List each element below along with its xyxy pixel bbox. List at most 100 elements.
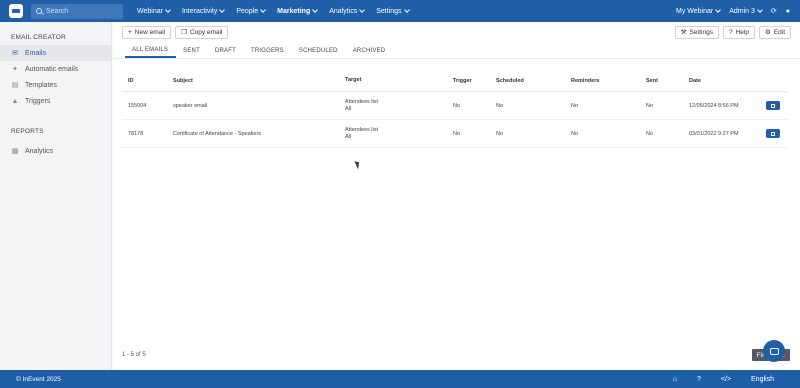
table-row[interactable]: 78178 Certificate of Attendance - Speake… <box>122 120 787 148</box>
tab-archived[interactable]: ARCHIVED <box>346 48 394 58</box>
cell-sent: No <box>646 130 654 137</box>
tab-scheduled[interactable]: SCHEDULED <box>292 48 346 58</box>
tab-all-emails[interactable]: ALL EMAILS <box>125 47 177 58</box>
target-list: Attendees list <box>345 126 379 133</box>
button-label: Help <box>735 28 749 36</box>
cell-reminders: No <box>571 130 579 137</box>
toolbar: + New email ❐ Copy email ⚒ Settings ? Help ⚙… <box>113 22 800 42</box>
megaphone-icon[interactable]: ⟳ <box>771 8 777 15</box>
cell-target: Attendees list All <box>339 127 447 141</box>
home-icon[interactable]: ⌂ <box>673 376 677 383</box>
cell-sent: No <box>646 102 654 109</box>
top-navbar: Search Webinar Interactivity People Mark… <box>0 0 800 22</box>
target-list: Attendees list <box>345 98 379 105</box>
copy-icon: ❐ <box>181 29 187 36</box>
button-label: Settings <box>689 28 713 36</box>
chevron-down-icon <box>715 7 722 13</box>
chevron-down-icon <box>312 7 319 13</box>
cell-actions <box>759 129 787 138</box>
event-selector[interactable]: My Webinar <box>675 7 722 15</box>
email-tabs: ALL EMAILS SENT DRAFT TRIGGERS SCHEDULED… <box>113 42 800 59</box>
nav-label: People <box>236 7 259 15</box>
nav-marketing[interactable]: Marketing <box>271 0 323 22</box>
sidebar-item-automatic-emails[interactable]: ✦ Automatic emails <box>0 61 111 77</box>
row-edit-button[interactable] <box>766 129 780 138</box>
tab-triggers[interactable]: TRIGGERS <box>244 48 292 58</box>
chevron-down-icon <box>260 7 266 13</box>
topbar-right: My Webinar Admin 3 ⟳ ● <box>675 7 800 15</box>
chat-icon <box>769 347 779 355</box>
new-email-button[interactable]: + New email <box>122 25 172 39</box>
col-sent[interactable]: Sent <box>640 78 683 84</box>
help-icon: ? <box>728 28 733 36</box>
col-date[interactable]: Date <box>683 78 759 84</box>
nav-label: Interactivity <box>181 7 218 15</box>
copy-email-button[interactable]: ❐ Copy email <box>175 25 229 39</box>
sidebar-section-email-creator: EMAIL CREATOR <box>11 34 66 41</box>
col-subject[interactable]: Subject <box>167 78 339 84</box>
sidebar-section-reports: REPORTS <box>11 128 44 135</box>
sidebar-item-triggers[interactable]: ▲ Triggers <box>0 93 111 109</box>
cell-scheduled: No <box>496 102 504 109</box>
chart-icon: ▩ <box>11 148 19 155</box>
tab-sent[interactable]: SENT <box>176 48 208 58</box>
nav-settings[interactable]: Settings <box>370 0 414 22</box>
main-nav: Webinar Interactivity People Marketing A… <box>131 0 415 22</box>
search-icon <box>36 8 42 14</box>
search-input[interactable]: Search <box>46 8 68 15</box>
table-row[interactable]: 155004 speaker email Attendees list All N… <box>122 92 787 120</box>
col-id[interactable]: ID <box>122 78 167 84</box>
wrench-icon: ⚒ <box>680 29 687 36</box>
edit-button[interactable]: ⚙ Edit <box>758 25 791 39</box>
settings-button[interactable]: ⚒ Settings <box>674 25 719 39</box>
tab-draft[interactable]: DRAFT <box>208 48 244 58</box>
envelope-icon: ✉ <box>12 50 18 57</box>
col-target[interactable]: Target <box>339 77 447 84</box>
cell-actions <box>759 101 787 110</box>
bell-icon[interactable]: ● <box>786 8 790 15</box>
wand-icon: ✦ <box>12 66 18 73</box>
col-reminders[interactable]: Reminders <box>565 78 640 84</box>
plus-icon: + <box>128 28 132 36</box>
row-edit-button[interactable] <box>766 101 780 110</box>
nav-interactivity[interactable]: Interactivity <box>176 0 230 22</box>
cell-date: 03/01/2022 9:27 PM <box>689 130 739 137</box>
search-box[interactable]: Search <box>31 3 123 19</box>
help-icon[interactable]: ? <box>697 376 701 383</box>
cell-date: 12/05/2024 8:56 PM <box>689 102 739 109</box>
col-trigger[interactable]: Trigger <box>447 78 490 84</box>
sidebar-item-label: Analytics <box>25 147 54 155</box>
chevron-down-icon <box>165 7 171 13</box>
language-selector[interactable]: English <box>751 376 774 383</box>
user-menu[interactable]: Admin 3 <box>729 7 763 15</box>
sidebar-item-emails[interactable]: ✉ Emails <box>0 45 111 61</box>
nav-label: Marketing <box>277 7 311 15</box>
external-edit-icon <box>771 131 775 136</box>
help-button[interactable]: ? Help <box>722 25 755 39</box>
cell-subject: speaker email <box>173 102 208 109</box>
sidebar-item-label: Triggers <box>25 97 51 105</box>
footer-right: ⌂ ? </> English <box>673 376 800 383</box>
cell-trigger: No <box>453 130 461 137</box>
chevron-down-icon <box>403 7 410 13</box>
table-header: ID Subject Target Trigger Scheduled Remi… <box>122 70 787 92</box>
chevron-down-icon <box>757 7 763 13</box>
sidebar-item-label: Automatic emails <box>25 65 79 73</box>
main-content: + New email ❐ Copy email ⚒ Settings ? Help ⚙… <box>113 22 800 370</box>
nav-people[interactable]: People <box>230 0 271 22</box>
user-name: Admin 3 <box>729 7 755 15</box>
cell-target: Attendees list All <box>339 99 447 113</box>
sidebar-item-templates[interactable]: ▤ Templates <box>0 77 111 93</box>
code-icon[interactable]: </> <box>721 376 731 383</box>
footer-bar: © InEvent 2025 ⌂ ? </> English <box>0 370 800 388</box>
nav-analytics[interactable]: Analytics <box>323 0 370 22</box>
col-scheduled[interactable]: Scheduled <box>490 78 565 84</box>
cell-id: 155004 <box>128 102 147 109</box>
nav-webinar[interactable]: Webinar <box>131 0 176 22</box>
inevent-logo[interactable] <box>9 4 23 18</box>
sidebar-item-analytics[interactable]: ▩ Analytics <box>0 143 111 159</box>
cell-scheduled: No <box>496 130 504 137</box>
chat-launcher-button[interactable] <box>763 340 785 362</box>
event-name: My Webinar <box>675 7 714 15</box>
pagination-count: 1 - 5 of 5 <box>122 352 146 358</box>
